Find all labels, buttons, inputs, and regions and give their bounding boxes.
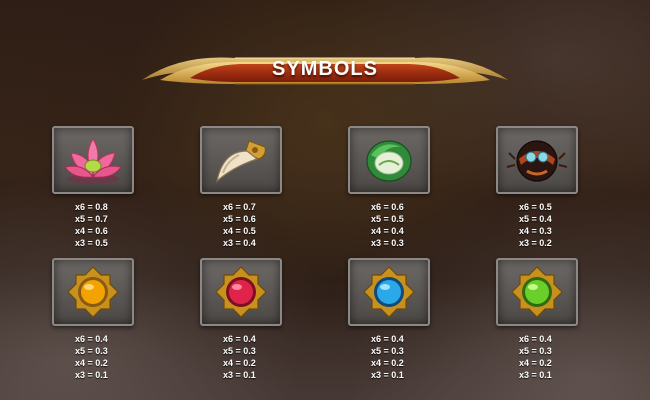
pay-line: x3 = 0.3	[371, 238, 404, 248]
beetle-icon	[506, 140, 568, 182]
symbol-tile-claw	[200, 126, 282, 194]
symbol-tile-red-gem	[200, 258, 282, 326]
lotus-icon	[64, 138, 122, 184]
pay-line: x5 = 0.7	[75, 214, 108, 224]
jade-icon	[366, 140, 412, 182]
paytable-jade: x6 = 0.6 x5 = 0.5 x4 = 0.4 x3 = 0.3	[371, 201, 441, 249]
paytable-claw: x6 = 0.7 x5 = 0.6 x4 = 0.5 x3 = 0.4	[223, 201, 293, 249]
pay-line: x3 = 0.1	[75, 370, 108, 380]
pay-line: x4 = 0.2	[519, 358, 552, 368]
blue-gem-icon	[363, 266, 415, 318]
pay-line: x6 = 0.5	[519, 202, 552, 212]
pay-line: x5 = 0.3	[75, 346, 108, 356]
pay-line: x3 = 0.4	[223, 238, 256, 248]
title-banner: SYMBOLS	[140, 50, 510, 88]
green-gem-icon	[511, 266, 563, 318]
symbol-tile-orange-gem	[52, 258, 134, 326]
pay-line: x6 = 0.4	[371, 334, 404, 344]
pay-line: x5 = 0.3	[519, 346, 552, 356]
pay-line: x5 = 0.6	[223, 214, 256, 224]
pay-line: x4 = 0.2	[223, 358, 256, 368]
pay-line: x5 = 0.3	[371, 346, 404, 356]
pay-line: x4 = 0.6	[75, 226, 108, 236]
pay-line: x3 = 0.1	[519, 370, 552, 380]
pay-line: x3 = 0.2	[519, 238, 552, 248]
pay-line: x5 = 0.4	[519, 214, 552, 224]
pay-line: x3 = 0.1	[371, 370, 404, 380]
paytable-orange-gem: x6 = 0.4 x5 = 0.3 x4 = 0.2 x3 = 0.1	[75, 333, 145, 381]
pay-line: x6 = 0.4	[519, 334, 552, 344]
orange-gem-icon	[67, 266, 119, 318]
pay-line: x5 = 0.3	[223, 346, 256, 356]
pay-line: x4 = 0.2	[371, 358, 404, 368]
symbol-tile-lotus	[52, 126, 134, 194]
pay-line: x6 = 0.6	[371, 202, 404, 212]
pay-line: x6 = 0.4	[75, 334, 108, 344]
paytable-beetle: x6 = 0.5 x5 = 0.4 x4 = 0.3 x3 = 0.2	[519, 201, 589, 249]
pay-line: x3 = 0.5	[75, 238, 108, 248]
pay-line: x4 = 0.5	[223, 226, 256, 236]
pay-line: x6 = 0.7	[223, 202, 256, 212]
symbol-tile-green-gem	[496, 258, 578, 326]
symbol-tile-blue-gem	[348, 258, 430, 326]
pay-line: x4 = 0.3	[519, 226, 552, 236]
red-gem-icon	[215, 266, 267, 318]
pay-line: x5 = 0.5	[371, 214, 404, 224]
pay-line: x6 = 0.4	[223, 334, 256, 344]
pay-line: x3 = 0.1	[223, 370, 256, 380]
symbol-tile-beetle	[496, 126, 578, 194]
paytable-red-gem: x6 = 0.4 x5 = 0.3 x4 = 0.2 x3 = 0.1	[223, 333, 293, 381]
paytable-blue-gem: x6 = 0.4 x5 = 0.3 x4 = 0.2 x3 = 0.1	[371, 333, 441, 381]
page-title: SYMBOLS	[272, 57, 378, 80]
paytable-green-gem: x6 = 0.4 x5 = 0.3 x4 = 0.2 x3 = 0.1	[519, 333, 589, 381]
pay-line: x4 = 0.4	[371, 226, 404, 236]
pay-line: x6 = 0.8	[75, 202, 108, 212]
claw-icon	[216, 140, 266, 183]
paytable-lotus: x6 = 0.8 x5 = 0.7 x4 = 0.6 x3 = 0.5	[75, 201, 145, 249]
symbol-tile-jade	[348, 126, 430, 194]
pay-line: x4 = 0.2	[75, 358, 108, 368]
